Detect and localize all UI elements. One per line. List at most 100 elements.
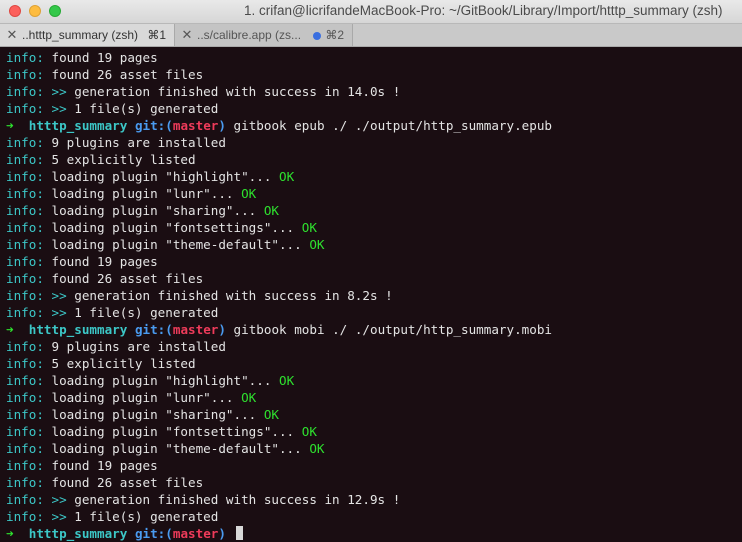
- prompt-arrow-icon: ➜: [6, 118, 14, 133]
- terminal-line: info: found 26 asset files: [6, 474, 203, 491]
- prompt-branch: master: [172, 322, 219, 337]
- prompt-directory: htttp_summary: [28, 322, 128, 337]
- line-text: loading plugin "fontsettings"...: [51, 424, 295, 439]
- info-prefix: info:: [6, 288, 44, 303]
- terminal-line: info: 5 explicitly listed: [6, 151, 196, 168]
- line-text: 5 explicitly listed: [51, 152, 196, 167]
- prompt-line: ➜ htttp_summary git:(master): [6, 525, 243, 542]
- terminal-line: info: 9 plugins are installed: [6, 134, 226, 151]
- ok-status: OK: [241, 186, 257, 201]
- info-prefix: info:: [6, 424, 44, 439]
- prompt-git-label: git:(: [134, 118, 173, 133]
- line-text: generation finished with success in 12.9…: [66, 492, 401, 507]
- ok-status: OK: [279, 373, 295, 388]
- ok-status: OK: [263, 203, 279, 218]
- terminal-line: info: found 19 pages: [6, 253, 158, 270]
- arrow-marker: >>: [51, 509, 67, 524]
- activity-dot-icon: [313, 31, 322, 40]
- tab-label: ..s/calibre.app (zs...: [197, 28, 302, 42]
- window-controls: [9, 5, 61, 17]
- terminal-line: info: loading plugin "fontsettings"... O…: [6, 423, 317, 440]
- terminal-line: info: found 19 pages: [6, 457, 158, 474]
- info-prefix: info:: [6, 458, 44, 473]
- info-prefix: info:: [6, 305, 44, 320]
- line-text: loading plugin "sharing"...: [51, 203, 257, 218]
- info-prefix: info:: [6, 50, 44, 65]
- terminal-line: info: >> generation finished with succes…: [6, 287, 393, 304]
- line-text: found 19 pages: [51, 50, 158, 65]
- terminal-line: info: loading plugin "fontsettings"... O…: [6, 219, 317, 236]
- info-prefix: info:: [6, 390, 44, 405]
- command-text: gitbook epub ./ ./output/http_summary.ep…: [225, 118, 552, 133]
- line-text: 9 plugins are installed: [51, 135, 226, 150]
- tab-label: ..htttp_summary (zsh): [22, 28, 139, 42]
- info-prefix: info:: [6, 84, 44, 99]
- minimize-window-button[interactable]: [29, 5, 41, 17]
- info-prefix: info:: [6, 356, 44, 371]
- info-prefix: info:: [6, 254, 44, 269]
- info-prefix: info:: [6, 339, 44, 354]
- ok-status: OK: [309, 441, 325, 456]
- arrow-marker: >>: [51, 84, 67, 99]
- prompt-git-close: ): [218, 322, 226, 337]
- line-text: loading plugin "fontsettings"...: [51, 220, 295, 235]
- terminal-line: info: loading plugin "sharing"... OK: [6, 202, 279, 219]
- terminal-line: info: 5 explicitly listed: [6, 355, 196, 372]
- tab-zsh-1[interactable]: ✕ ..htttp_summary (zsh) ⌘1: [0, 24, 175, 46]
- info-prefix: info:: [6, 373, 44, 388]
- info-prefix: info:: [6, 441, 44, 456]
- arrow-marker: >>: [51, 492, 67, 507]
- info-prefix: info:: [6, 203, 44, 218]
- command-text: gitbook mobi ./ ./output/http_summary.mo…: [225, 322, 552, 337]
- tab-bar: ✕ ..htttp_summary (zsh) ⌘1 ✕ ..s/calibre…: [0, 24, 742, 47]
- line-text: loading plugin "lunr"...: [51, 186, 234, 201]
- terminal-output[interactable]: info: found 19 pages info: found 26 asset…: [0, 47, 742, 542]
- line-text: generation finished with success in 8.2s…: [66, 288, 393, 303]
- tab-zsh-2[interactable]: ✕ ..s/calibre.app (zs... ⌘2: [175, 24, 353, 46]
- terminal-line: info: found 26 asset files: [6, 66, 203, 83]
- info-prefix: info:: [6, 101, 44, 116]
- info-prefix: info:: [6, 169, 44, 184]
- line-text: found 19 pages: [51, 458, 158, 473]
- line-text: loading plugin "theme-default"...: [51, 441, 302, 456]
- prompt-arrow-icon: ➜: [6, 322, 14, 337]
- terminal-line: info: loading plugin "theme-default"... …: [6, 440, 325, 457]
- terminal-line: info: >> 1 file(s) generated: [6, 100, 218, 117]
- title-bar: 1. crifan@licrifandeMacBook-Pro: ~/GitBo…: [0, 0, 742, 24]
- terminal-line: info: >> generation finished with succes…: [6, 83, 400, 100]
- info-prefix: info:: [6, 237, 44, 252]
- line-text: loading plugin "sharing"...: [51, 407, 257, 422]
- line-text: loading plugin "highlight"...: [51, 169, 272, 184]
- line-text: 5 explicitly listed: [51, 356, 196, 371]
- terminal-line: info: loading plugin "theme-default"... …: [6, 236, 325, 253]
- line-text: 1 file(s) generated: [66, 101, 219, 116]
- zoom-window-button[interactable]: [49, 5, 61, 17]
- line-text: found 26 asset files: [51, 67, 204, 82]
- ok-status: OK: [263, 407, 279, 422]
- prompt-git-label: git:(: [134, 322, 173, 337]
- line-text: 1 file(s) generated: [66, 509, 219, 524]
- info-prefix: info:: [6, 186, 44, 201]
- terminal-line: info: 9 plugins are installed: [6, 338, 226, 355]
- line-text: loading plugin "theme-default"...: [51, 237, 302, 252]
- line-text: found 26 asset files: [51, 271, 204, 286]
- info-prefix: info:: [6, 67, 44, 82]
- close-tab-icon[interactable]: ✕: [177, 27, 197, 43]
- prompt-directory: htttp_summary: [28, 118, 128, 133]
- info-prefix: info:: [6, 407, 44, 422]
- line-text: 9 plugins are installed: [51, 339, 226, 354]
- terminal-line: info: found 19 pages: [6, 49, 158, 66]
- ok-status: OK: [301, 424, 317, 439]
- line-text: found 26 asset files: [51, 475, 204, 490]
- terminal-line: info: loading plugin "highlight"... OK: [6, 372, 294, 389]
- terminal-line: info: >> 1 file(s) generated: [6, 304, 218, 321]
- terminal-line: info: loading plugin "lunr"... OK: [6, 389, 256, 406]
- tab-shortcut-with-activity: ⌘2: [313, 28, 344, 42]
- line-text: generation finished with success in 14.0…: [66, 84, 401, 99]
- info-prefix: info:: [6, 220, 44, 235]
- info-prefix: info:: [6, 509, 44, 524]
- close-window-button[interactable]: [9, 5, 21, 17]
- prompt-line: ➜ htttp_summary git:(master) gitbook mob…: [6, 321, 552, 338]
- window-title: 1. crifan@licrifandeMacBook-Pro: ~/GitBo…: [244, 3, 723, 18]
- close-tab-icon[interactable]: ✕: [2, 27, 22, 43]
